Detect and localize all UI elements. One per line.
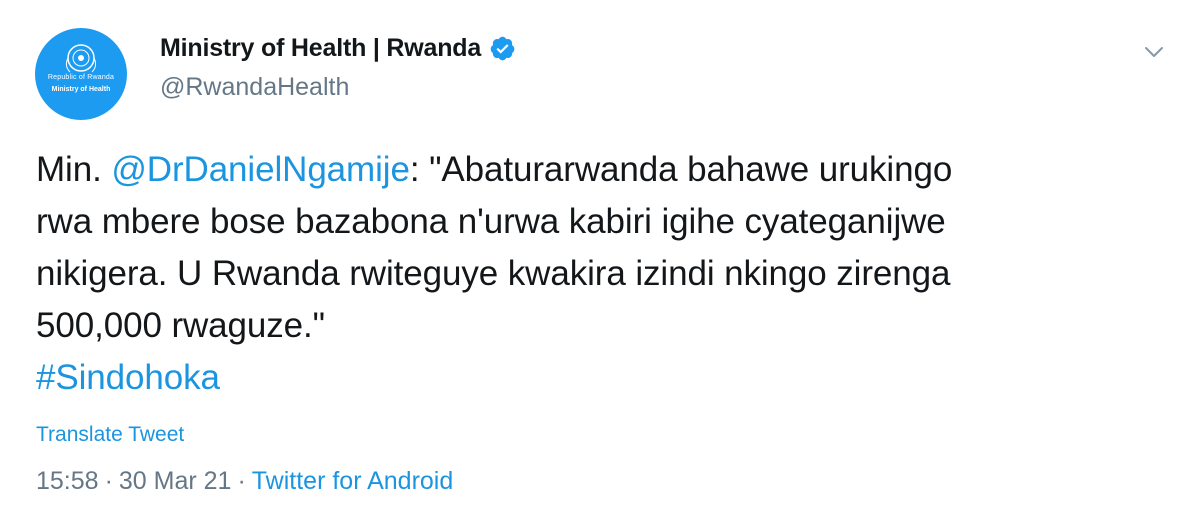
tweet-line-1: Min. @DrDanielNgamije: "Abaturarwanda ba… (36, 144, 1166, 196)
tweet-metadata: 15:58 · 30 Mar 21 · Twitter for Android (36, 467, 453, 496)
tweet-line-3: nikigera. U Rwanda rwiteguye kwakira izi… (36, 254, 951, 293)
tweet-time[interactable]: 15:58 (36, 467, 99, 495)
tweet-text-suffix: : "Abaturarwanda bahawe urukingo (409, 150, 953, 189)
avatar-seal-text: Republic of Rwanda (47, 74, 115, 81)
translate-tweet-link[interactable]: Translate Tweet (36, 423, 184, 447)
author-name-row: Ministry of Health | Rwanda (160, 31, 516, 65)
author-display-name[interactable]: Ministry of Health | Rwanda (160, 34, 481, 63)
verified-badge-icon (490, 36, 515, 60)
meta-separator: · (237, 467, 246, 495)
author-handle[interactable]: @RwandaHealth (160, 73, 349, 102)
tweet-text: Min. @DrDanielNgamije: "Abaturarwanda ba… (36, 144, 1166, 404)
tweet-text-prefix: Min. (36, 150, 112, 189)
mention-link[interactable]: @DrDanielNgamije (111, 150, 410, 189)
tweet-line-4: 500,000 rwaguze." (36, 306, 325, 345)
tweet-date[interactable]: 30 Mar 21 (119, 467, 232, 495)
hashtag-link[interactable]: #Sindohoka (36, 358, 220, 397)
meta-separator: · (104, 467, 113, 495)
avatar-seal-subtext: Ministry of Health (51, 86, 111, 93)
chevron-down-icon[interactable] (1142, 40, 1166, 64)
avatar[interactable]: Republic of Rwanda Ministry of Health (35, 28, 127, 120)
tweet-line-2: rwa mbere bose bazabona n'urwa kabiri ig… (36, 202, 946, 241)
tweet-source-link[interactable]: Twitter for Android (252, 467, 453, 495)
